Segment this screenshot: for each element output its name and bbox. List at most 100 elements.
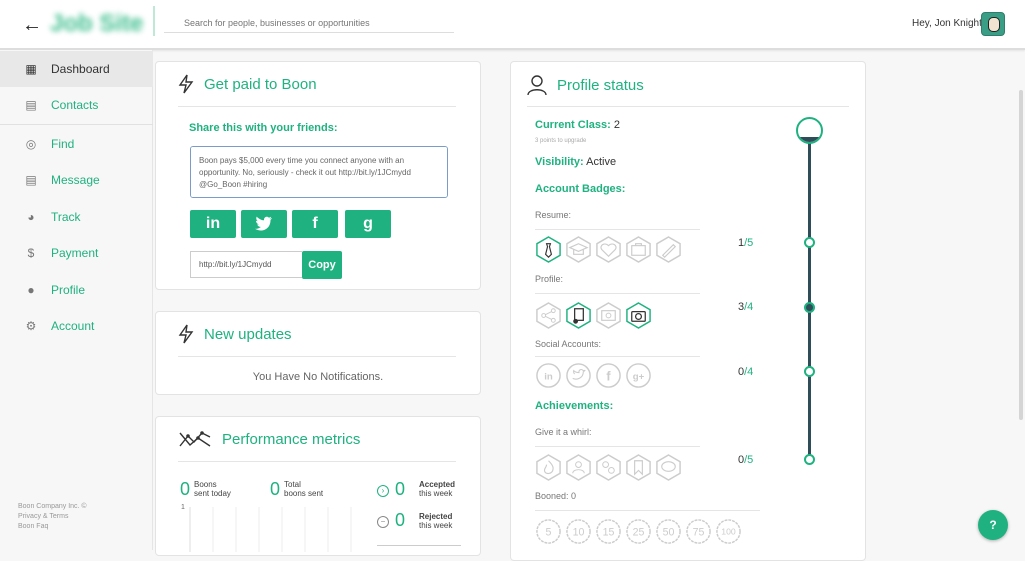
chart-tick-label: 1 xyxy=(181,504,185,511)
new-updates-card: New updates You Have No Notifications. xyxy=(155,311,481,395)
total-boons-sent-label-line1: Total xyxy=(284,480,301,489)
ampersand: & xyxy=(42,513,48,520)
rejected-label-line2: this week xyxy=(419,521,453,530)
booned-50-badge: 50 xyxy=(656,519,681,544)
google-icon: g xyxy=(363,215,373,232)
google-share-button[interactable]: g xyxy=(345,210,391,238)
sidebar-item-dashboard[interactable]: ▦ Dashboard xyxy=(0,51,153,87)
sidebar-item-label: Account xyxy=(51,319,95,333)
flame-badge-icon xyxy=(536,454,561,481)
twitter-share-button[interactable] xyxy=(241,210,287,238)
progress-node xyxy=(804,302,815,313)
sidebar-footer: Boon Company Inc. © Privacy & Terms Boon… xyxy=(18,502,87,532)
bolt-icon xyxy=(178,74,194,94)
tie-badge-icon xyxy=(536,236,561,263)
facebook-share-button[interactable]: f xyxy=(292,210,338,238)
share-link-input[interactable] xyxy=(190,251,302,278)
current-class-label: Current Class: xyxy=(535,119,611,131)
profile-label: Profile: xyxy=(535,274,564,284)
avatar[interactable] xyxy=(981,12,1005,36)
progress-node xyxy=(804,366,815,377)
facebook-badge-icon: f xyxy=(596,363,621,388)
divider xyxy=(535,510,760,511)
svg-text:in: in xyxy=(544,371,553,382)
back-arrow-icon[interactable]: ← xyxy=(22,14,42,37)
chat-badge-icon xyxy=(656,454,681,481)
sidebar-item-find[interactable]: ◎ Find xyxy=(0,126,153,162)
accepted-value: 0 xyxy=(395,479,406,499)
share-label: Share this with your friends: xyxy=(189,122,338,134)
achievements-heading: Achievements: xyxy=(535,400,614,412)
link-badge-icon xyxy=(596,454,621,481)
linkedin-share-button[interactable]: in xyxy=(190,210,236,238)
accepted-label: Accepted this week xyxy=(419,480,455,498)
account-badges-heading: Account Badges: xyxy=(535,183,626,195)
twitter-badge-icon xyxy=(566,363,591,388)
sidebar-item-label: Payment xyxy=(51,246,99,260)
sidebar-item-account[interactable]: ⚙ Account xyxy=(0,308,153,344)
boons-sent-today-value: 0 xyxy=(180,479,191,499)
current-class-node xyxy=(796,117,823,144)
divider xyxy=(535,356,700,357)
dollar-icon: $ xyxy=(27,246,35,260)
terms-link[interactable]: Terms xyxy=(49,513,68,520)
divider xyxy=(178,356,456,357)
metrics-icon xyxy=(179,431,211,447)
document-badge-icon xyxy=(566,302,591,329)
user-greeting: Hey, Jon Knight xyxy=(912,18,982,29)
scrollbar[interactable] xyxy=(1019,90,1023,420)
card-header: Performance metrics xyxy=(178,429,360,449)
logo[interactable]: Job Site xyxy=(50,10,143,38)
privacy-link[interactable]: Privacy xyxy=(18,513,41,520)
boons-sent-today-label-line1: Boons xyxy=(194,480,217,489)
help-chat-button[interactable]: ? xyxy=(978,510,1008,540)
avatar-face-icon xyxy=(988,17,1000,32)
contacts-icon: ▤ xyxy=(25,98,37,112)
accepted-label-line2: this week xyxy=(419,489,453,498)
sidebar-item-contacts[interactable]: ▤ Contacts xyxy=(0,87,153,123)
faq-link[interactable]: Boon Faq xyxy=(18,522,87,532)
card-title: Performance metrics xyxy=(222,430,361,448)
divider xyxy=(527,106,849,107)
booned-75-badge: 75 xyxy=(686,519,711,544)
rejected-icon: − xyxy=(377,516,389,528)
search-input[interactable] xyxy=(164,13,454,33)
class-progress-track xyxy=(808,128,811,461)
googleplus-badge-icon: g+ xyxy=(626,363,651,388)
get-paid-card: Get paid to Boon Share this with your fr… xyxy=(155,61,481,290)
rejected-value: 0 xyxy=(395,510,406,530)
booned-label: Booned: 0 xyxy=(535,491,577,501)
svg-text:f: f xyxy=(606,369,611,383)
social-accounts-label: Social Accounts: xyxy=(535,339,602,349)
booned-badges: 5 10 15 25 50 75 100 xyxy=(535,518,742,545)
resume-progress-total: /5 xyxy=(744,237,754,249)
share-message-field[interactable]: Boon pays $5,000 every time you connect … xyxy=(190,146,448,198)
booned-15-badge: 15 xyxy=(596,519,621,544)
sidebar-item-message[interactable]: ▤ Message xyxy=(0,162,153,198)
card-title: Get paid to Boon xyxy=(204,75,317,93)
booned-75-label: 75 xyxy=(693,526,705,538)
total-boons-sent-value: 0 xyxy=(270,479,281,499)
top-header: ← Job Site Hey, Jon Knight xyxy=(0,0,1025,50)
sidebar-item-track[interactable]: ◕ Track xyxy=(0,199,153,235)
boons-sent-today-label-line2: sent today xyxy=(194,489,231,498)
svg-text:g+: g+ xyxy=(633,371,645,382)
company-text: Boon Company Inc. © xyxy=(18,503,87,510)
metrics-chart-grid xyxy=(189,507,352,552)
copy-button[interactable]: Copy xyxy=(302,251,342,279)
divider xyxy=(178,461,456,462)
sidebar-item-payment[interactable]: $ Payment xyxy=(0,235,153,271)
user-badge-icon xyxy=(566,454,591,481)
sidebar-item-label: Profile xyxy=(51,283,86,297)
whirl-progress-total: /5 xyxy=(744,454,754,466)
pen-badge-icon xyxy=(656,236,681,263)
sidebar-item-profile[interactable]: ● Profile xyxy=(0,272,153,308)
card-header: Profile status xyxy=(527,74,644,96)
sidebar-item-label: Message xyxy=(51,173,100,187)
booned-100-badge: 100 xyxy=(716,519,741,544)
card-title: New updates xyxy=(204,325,292,343)
progress-node xyxy=(804,454,815,465)
target-icon: ◎ xyxy=(25,137,37,151)
rejected-label: Rejected this week xyxy=(419,512,452,530)
divider xyxy=(377,545,461,546)
